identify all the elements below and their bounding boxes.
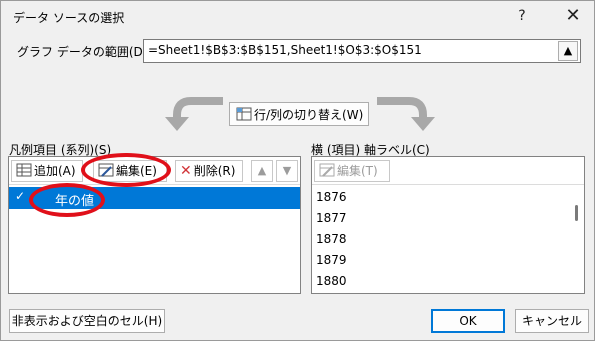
scrollbar-thumb[interactable] [575,205,578,221]
edit-axis-labels-button[interactable]: 編集(T) [314,160,390,182]
move-down-button[interactable]: ▼ [276,160,298,182]
axis-list-scrollbar[interactable] [568,185,584,293]
list-item: 1879 [316,253,347,267]
close-button[interactable]: ✕ [562,5,584,27]
chevron-down-icon: ▼ [282,164,292,177]
axis-labels-list: 1876 1877 1878 1879 1880 [312,187,578,292]
list-item: 1877 [316,211,347,225]
collapse-icon: ▲ [563,44,573,57]
help-button[interactable]: ? [511,5,533,27]
move-up-button[interactable]: ▲ [251,160,273,182]
edit-axis-icon [319,163,335,177]
chevron-up-icon: ▲ [257,164,267,177]
delete-icon: ✕ [180,163,192,179]
title-bar: データ ソースの選択 ? ✕ [1,1,594,31]
delete-series-label: 削除(R) [193,164,236,178]
add-series-button[interactable]: 追加(A) [11,160,83,182]
switch-row-column-icon [236,107,252,121]
dialog-title: データ ソースの選択 [13,11,125,25]
ok-button[interactable]: OK [431,309,505,333]
hidden-empty-cells-button[interactable]: 非表示および空白のセル(H) [9,309,165,333]
chart-range-input[interactable]: =Sheet1!$B$3:$B$151,Sheet1!$O$3:$O$151 [143,39,581,63]
axis-toolbar: 編集(T) [312,157,584,185]
series-checkbox[interactable]: ✓ [15,189,25,203]
add-series-label: 追加(A) [34,164,76,178]
highlight-ring-edit [81,153,171,187]
switch-row-column-label: 行/列の切り替え(W) [254,108,364,122]
curved-arrow-right-icon [377,97,435,131]
highlight-ring-series [29,183,105,217]
curved-arrow-left-icon [165,97,223,131]
edit-axis-labels-label: 編集(T) [337,164,378,178]
collapse-dialog-button[interactable]: ▲ [558,41,578,61]
delete-series-button[interactable]: ✕ 削除(R) [175,160,243,182]
switch-row-column-button[interactable]: 行/列の切り替え(W) [229,102,369,126]
list-item: 1876 [316,190,347,204]
list-item: 1878 [316,232,347,246]
add-series-icon [16,163,32,177]
select-data-source-dialog: データ ソースの選択 ? ✕ グラフ データの範囲(D): =Sheet1!$B… [0,0,595,341]
chart-range-label: グラフ データの範囲(D): [17,45,152,59]
list-item: 1880 [316,274,347,288]
cancel-button[interactable]: キャンセル [515,309,589,333]
axis-labels-panel: 編集(T) 1876 1877 1878 1879 1880 [311,156,585,294]
